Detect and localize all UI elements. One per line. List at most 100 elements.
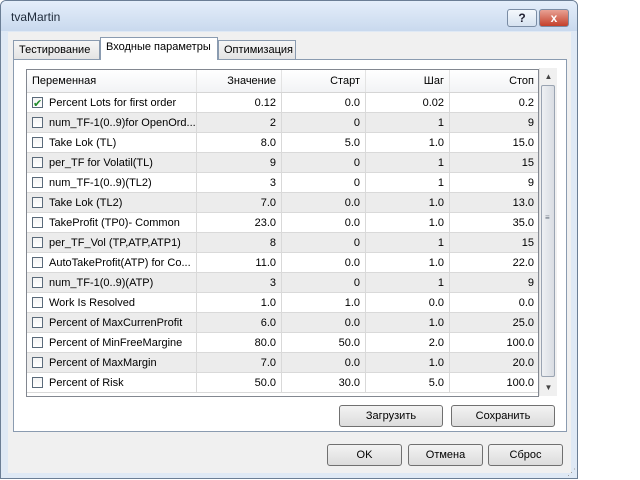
cell-step[interactable]: 1.0 [366, 253, 450, 273]
cell-variable[interactable]: Work Is Resolved [27, 293, 197, 313]
cell-start[interactable]: 0.0 [282, 93, 366, 113]
table-row[interactable]: Work Is Resolved 1.0 1.0 0.0 0.0 [27, 293, 538, 313]
cell-variable[interactable]: Take Lok (TL2) [27, 193, 197, 213]
cell-start[interactable]: 0 [282, 113, 366, 133]
cell-variable[interactable]: per_TF for Volatil(TL) [27, 153, 197, 173]
cell-value[interactable]: 11.0 [197, 253, 282, 273]
column-header-step[interactable]: Шаг [366, 70, 450, 92]
scroll-up-icon[interactable]: ▲ [540, 68, 557, 85]
optimize-checkbox[interactable] [32, 337, 43, 348]
reset-button[interactable]: Сброс [488, 444, 563, 466]
cell-value[interactable]: 3 [197, 273, 282, 293]
cell-stop[interactable]: 9 [450, 113, 538, 133]
cell-step[interactable]: 0.02 [366, 93, 450, 113]
cell-step[interactable]: 5.0 [366, 373, 450, 393]
cell-start[interactable]: 0 [282, 273, 366, 293]
cell-start[interactable]: 1.0 [282, 293, 366, 313]
scroll-thumb[interactable]: ≡ [541, 85, 555, 377]
cell-variable[interactable]: Percent of MinFreeMargine [27, 333, 197, 353]
cell-start[interactable]: 30.0 [282, 373, 366, 393]
tab-optimization[interactable]: Оптимизация [218, 40, 296, 60]
cell-stop[interactable]: 0.0 [450, 293, 538, 313]
cell-start[interactable]: 0.0 [282, 253, 366, 273]
optimize-checkbox[interactable] [32, 257, 43, 268]
cell-variable[interactable]: Percent of MaxCurrenProfit [27, 313, 197, 333]
cell-variable[interactable]: Percent Lots for first order [27, 93, 197, 113]
table-row[interactable]: Percent of MaxCurrenProfit 6.0 0.0 1.0 25.0 [27, 313, 538, 333]
cell-stop[interactable]: 15 [450, 233, 538, 253]
resize-grip-icon[interactable]: ⋰ [567, 467, 576, 478]
cell-value[interactable]: 0.12 [197, 93, 282, 113]
optimize-checkbox[interactable] [32, 94, 43, 112]
cell-step[interactable]: 1.0 [366, 213, 450, 233]
optimize-checkbox[interactable] [32, 237, 43, 248]
cell-start[interactable]: 0.0 [282, 353, 366, 373]
cell-step[interactable]: 1 [366, 153, 450, 173]
vertical-scrollbar[interactable]: ▲ ≡ ▼ [539, 68, 557, 396]
cell-stop[interactable]: 100.0 [450, 373, 538, 393]
cell-step[interactable]: 0.0 [366, 293, 450, 313]
cell-step[interactable]: 1 [366, 173, 450, 193]
cell-step[interactable]: 1.0 [366, 313, 450, 333]
cell-value[interactable]: 6.0 [197, 313, 282, 333]
cell-variable[interactable]: AutoTakeProfit(ATP) for Co... [27, 253, 197, 273]
cell-value[interactable]: 7.0 [197, 353, 282, 373]
cell-value[interactable]: 23.0 [197, 213, 282, 233]
cell-variable[interactable]: Percent of MaxMargin [27, 353, 197, 373]
optimize-checkbox[interactable] [32, 277, 43, 288]
cell-step[interactable]: 1 [366, 113, 450, 133]
column-header-start[interactable]: Старт [282, 70, 366, 92]
cell-value[interactable]: 2 [197, 113, 282, 133]
column-header-stop[interactable]: Стоп [450, 70, 538, 92]
cell-step[interactable]: 2.0 [366, 333, 450, 353]
cell-start[interactable]: 0 [282, 233, 366, 253]
cell-stop[interactable]: 15.0 [450, 133, 538, 153]
cell-step[interactable]: 1.0 [366, 193, 450, 213]
column-header-value[interactable]: Значение [197, 70, 282, 92]
load-button[interactable]: Загрузить [339, 405, 443, 427]
table-row[interactable]: TakeProfit (TP0)- Common 23.0 0.0 1.0 35.0 [27, 213, 538, 233]
cell-start[interactable]: 5.0 [282, 133, 366, 153]
cell-stop[interactable]: 13.0 [450, 193, 538, 213]
cell-stop[interactable]: 15 [450, 153, 538, 173]
table-row[interactable]: num_TF-1(0..9)for OpenOrd... 2 0 1 9 [27, 113, 538, 133]
table-row[interactable]: num_TF-1(0..9)(TL2) 3 0 1 9 [27, 173, 538, 193]
optimize-checkbox[interactable] [32, 357, 43, 368]
table-row[interactable]: Percent Lots for first order 0.120.00.020… [27, 93, 538, 113]
cell-value[interactable]: 7.0 [197, 193, 282, 213]
cancel-button[interactable]: Отмена [408, 444, 483, 466]
table-row[interactable]: Percent of MinFreeMargine 80.0 50.0 2.0 100.… [27, 333, 538, 353]
cell-value[interactable]: 3 [197, 173, 282, 193]
cell-stop[interactable]: 0.2 [450, 93, 538, 113]
table-row[interactable]: per_TF_Vol (TP,ATP,ATP1) 8 0 1 15 [27, 233, 538, 253]
optimize-checkbox[interactable] [32, 197, 43, 208]
optimize-checkbox[interactable] [32, 177, 43, 188]
ok-button[interactable]: OK [327, 444, 402, 466]
cell-stop[interactable]: 22.0 [450, 253, 538, 273]
cell-start[interactable]: 0 [282, 173, 366, 193]
table-row[interactable]: num_TF-1(0..9)(ATP) 3 0 1 9 [27, 273, 538, 293]
cell-value[interactable]: 1.0 [197, 293, 282, 313]
cell-start[interactable]: 50.0 [282, 333, 366, 353]
cell-stop[interactable]: 9 [450, 273, 538, 293]
cell-value[interactable]: 80.0 [197, 333, 282, 353]
cell-value[interactable]: 9 [197, 153, 282, 173]
cell-step[interactable]: 1 [366, 273, 450, 293]
cell-stop[interactable]: 9 [450, 173, 538, 193]
cell-variable[interactable]: num_TF-1(0..9)(TL2) [27, 173, 197, 193]
cell-value[interactable]: 50.0 [197, 373, 282, 393]
optimize-checkbox[interactable] [32, 317, 43, 328]
cell-start[interactable]: 0.0 [282, 213, 366, 233]
column-header-variable[interactable]: Переменная [27, 70, 197, 92]
table-row[interactable]: AutoTakeProfit(ATP) for Co... 11.0 0.0 1.0 2… [27, 253, 538, 273]
cell-stop[interactable]: 20.0 [450, 353, 538, 373]
cell-stop[interactable]: 100.0 [450, 333, 538, 353]
table-row[interactable]: per_TF for Volatil(TL) 9 0 1 15 [27, 153, 538, 173]
save-button[interactable]: Сохранить [451, 405, 555, 427]
cell-variable[interactable]: Take Lok (TL) [27, 133, 197, 153]
tab-input-parameters[interactable]: Входные параметры [100, 37, 218, 60]
optimize-checkbox[interactable] [32, 297, 43, 308]
optimize-checkbox[interactable] [32, 377, 43, 388]
cell-variable[interactable]: TakeProfit (TP0)- Common [27, 213, 197, 233]
cell-start[interactable]: 0.0 [282, 193, 366, 213]
